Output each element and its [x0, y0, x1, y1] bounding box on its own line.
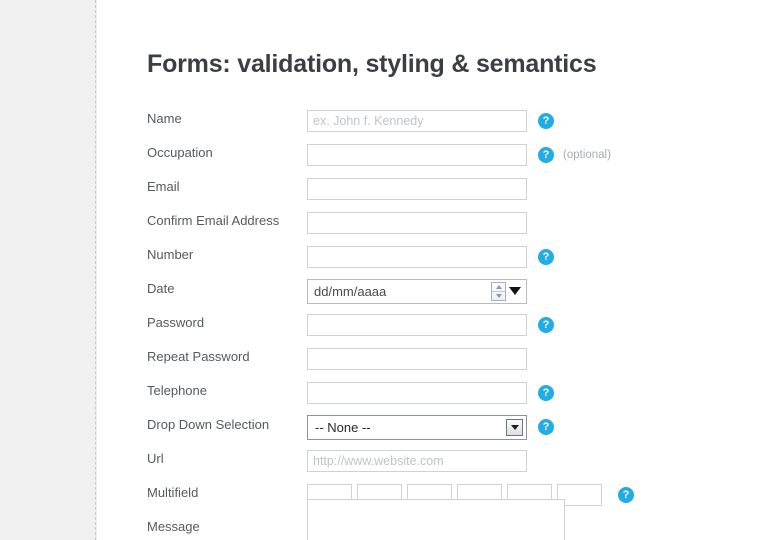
field-row-drop-down-selection: Drop Down Selection -- None --?: [97, 410, 782, 444]
help-icon-name[interactable]: ?: [538, 113, 554, 129]
field-row-occupation: Occupation? (optional): [97, 138, 782, 172]
screenshot-viewport: Forms: validation, styling & semantics N…: [0, 0, 782, 540]
control-area-occupation: ? (optional): [307, 138, 611, 172]
input-occupation[interactable]: [307, 144, 527, 166]
label-date: Date: [147, 281, 175, 296]
control-area-password: ?: [307, 308, 554, 342]
optional-note-occupation: (optional): [563, 149, 611, 161]
field-row-message: Message: [97, 499, 782, 540]
control-area-url: [307, 444, 527, 478]
label-name: Name: [147, 111, 182, 126]
select-drop-down-selection[interactable]: -- None --: [307, 414, 527, 440]
control-area-telephone: ?: [307, 376, 554, 410]
field-row-repeat-password: Repeat Password: [97, 342, 782, 376]
help-icon-number[interactable]: ?: [538, 249, 554, 265]
control-area-email: [307, 172, 527, 206]
control-area-number: ?: [307, 240, 554, 274]
help-icon-multifield[interactable]: ?: [618, 487, 634, 503]
control-area-repeat-password: [307, 342, 527, 376]
field-row-date: Date dd/mm/aaaa: [97, 274, 782, 308]
field-row-name: Name?: [97, 104, 782, 138]
input-repeat-password[interactable]: [307, 348, 527, 370]
label-number: Number: [147, 247, 194, 262]
input-telephone[interactable]: [307, 382, 527, 404]
calendar-dropdown-icon[interactable]: [509, 287, 521, 295]
help-icon-drop-down-selection[interactable]: ?: [538, 419, 554, 435]
label-telephone: Telephone: [147, 383, 207, 398]
field-row-number: Number?: [97, 240, 782, 274]
page-content: Forms: validation, styling & semantics N…: [97, 0, 782, 540]
spinner-down-icon[interactable]: [492, 290, 505, 300]
chevron-down-icon[interactable]: [506, 418, 523, 436]
label-password: Password: [147, 315, 205, 330]
date-value-date: dd/mm/aaaa: [314, 283, 387, 299]
input-name[interactable]: [307, 110, 527, 132]
triangle-up-glyph: [495, 284, 502, 289]
label-multifield: Multifield: [147, 485, 199, 500]
input-confirm-email-address[interactable]: [307, 212, 527, 234]
control-area-date: dd/mm/aaaa: [307, 274, 527, 308]
input-password[interactable]: [307, 314, 527, 336]
spinner-up-icon[interactable]: [492, 283, 505, 291]
spinner-stepper[interactable]: [491, 281, 506, 301]
control-area-confirm-email-address: [307, 206, 527, 240]
input-number[interactable]: [307, 246, 527, 268]
left-gutter: [0, 0, 96, 540]
field-row-url: Url: [97, 444, 782, 478]
date-input-date[interactable]: dd/mm/aaaa: [307, 278, 527, 304]
select-value-drop-down-selection: -- None --: [315, 419, 371, 435]
input-url[interactable]: [307, 450, 527, 472]
label-repeat-password: Repeat Password: [147, 349, 250, 364]
textarea-message[interactable]: [307, 499, 565, 540]
label-drop-down-selection: Drop Down Selection: [147, 417, 270, 432]
registration-form: Name? Occupation? (optional) Email Confirm E…: [97, 104, 782, 540]
control-area-message: [307, 499, 565, 540]
control-area-drop-down-selection: -- None --?: [307, 410, 554, 444]
label-message: Message: [147, 519, 200, 534]
label-url: Url: [147, 451, 164, 466]
triangle-down-glyph: [495, 293, 502, 298]
label-email: Email: [147, 179, 180, 194]
input-email[interactable]: [307, 178, 527, 200]
control-area-name: ?: [307, 104, 554, 138]
help-icon-telephone[interactable]: ?: [538, 385, 554, 401]
field-row-password: Password?: [97, 308, 782, 342]
label-occupation: Occupation: [147, 145, 213, 160]
help-icon-occupation[interactable]: ?: [538, 147, 554, 163]
triangle-down-glyph: [510, 424, 519, 430]
field-row-email: Email: [97, 172, 782, 206]
field-row-telephone: Telephone?: [97, 376, 782, 410]
help-icon-password[interactable]: ?: [538, 317, 554, 333]
page-title: Forms: validation, styling & semantics: [147, 49, 597, 78]
field-row-confirm-email-address: Confirm Email Address: [97, 206, 782, 240]
label-confirm-email-address: Confirm Email Address: [147, 213, 280, 228]
